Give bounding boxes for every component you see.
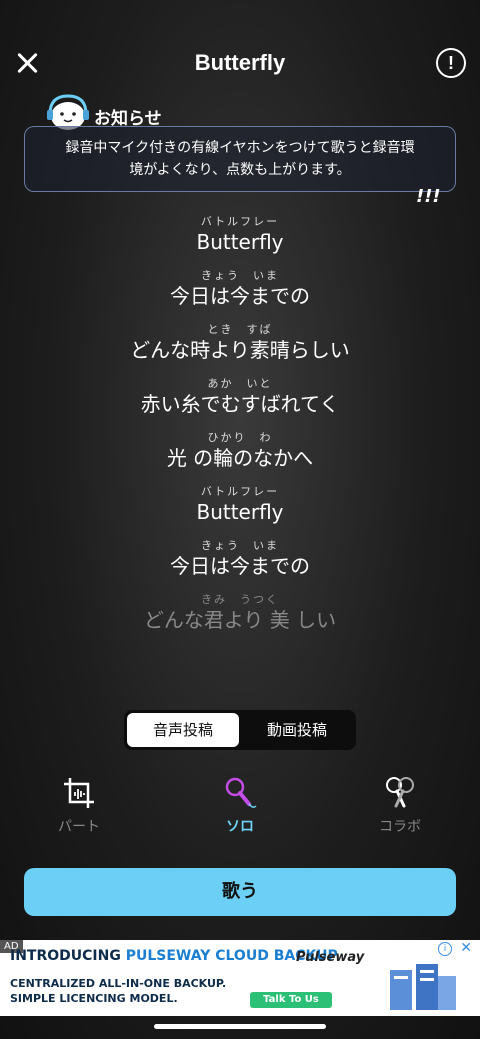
ad-brand-logo: Pulseway	[296, 950, 365, 965]
lyric-text: どんな君より 美 しい	[143, 608, 337, 632]
lyric-line: とき すば どんな時より素晴らしい	[0, 322, 480, 376]
collab-mode-label: コラボ	[379, 819, 421, 835]
ad-cta-button[interactable]: Talk To Us	[250, 992, 332, 1008]
lyric-text: Butterfly	[196, 230, 284, 254]
lyric-line-upcoming: きみ うつく どんな君より 美 しい	[0, 592, 480, 646]
ad-info-icon[interactable]: i	[438, 942, 452, 956]
notice-exclaim: !!!	[416, 186, 441, 207]
duet-microphones-icon	[386, 777, 414, 808]
mode-selector: パート ソロ コラボ	[0, 776, 480, 846]
lyric-text: どんな時より素晴らしい	[130, 338, 350, 362]
video-post-tab[interactable]: 動画投稿	[241, 713, 353, 747]
lyric-text: Butterfly	[196, 500, 284, 524]
solo-mode-button[interactable]: ソロ	[195, 776, 285, 836]
audio-post-tab[interactable]: 音声投稿	[127, 713, 239, 747]
lyric-ruby: きょう いま	[201, 269, 279, 282]
lyric-ruby: あか いと	[207, 377, 273, 390]
lyric-ruby: とき すば	[207, 323, 273, 336]
crop-part-icon	[64, 778, 94, 808]
lyric-ruby: バトルフレー	[200, 215, 280, 228]
lyric-ruby: ひかり わ	[207, 431, 273, 444]
lyric-line: バトルフレー Butterfly	[0, 214, 480, 268]
lyric-text: 赤い糸でむすばれてく	[140, 392, 340, 416]
notice-banner: 録音中マイク付きの有線イヤホンをつけて歌うと録音環 境がよくなり、点数も上がりま…	[24, 126, 456, 192]
lyric-line: きょう いま 今日は今までの	[0, 538, 480, 592]
part-mode-label: パート	[58, 819, 100, 835]
lyric-ruby: バトルフレー	[200, 485, 280, 498]
song-title: Butterfly	[194, 50, 286, 75]
ad-banner[interactable]: AD INTRODUCING PULSEWAY CLOUD BACKUP Pul…	[0, 940, 480, 1016]
info-icon[interactable]: !	[436, 48, 466, 78]
ad-body-line1: CENTRALIZED ALL-IN-ONE BACKUP.	[10, 977, 227, 990]
ad-headline: INTRODUCING PULSEWAY CLOUD BACKUP	[10, 948, 338, 964]
post-type-toggle: 音声投稿 動画投稿	[124, 710, 356, 750]
lyric-ruby: きみ うつく	[201, 593, 279, 606]
lyric-ruby: きょう いま	[201, 539, 279, 552]
lyric-line: バトルフレー Butterfly	[0, 484, 480, 538]
home-indicator[interactable]	[154, 1024, 326, 1029]
part-mode-button[interactable]: パート	[34, 776, 124, 836]
lyric-line: あか いと 赤い糸でむすばれてく	[0, 376, 480, 430]
sing-button[interactable]: 歌う	[24, 868, 456, 916]
lyric-text: 今日は今までの	[170, 284, 310, 308]
ad-close-icon[interactable]: ✕	[460, 940, 472, 956]
lyric-text: 光 の輪のなかへ	[166, 446, 314, 470]
top-bar: Butterfly !	[0, 40, 480, 90]
ad-body-line2: SIMPLE LICENCING MODEL.	[10, 992, 178, 1005]
notice-message-line2: 境がよくなり、点数も上がります。	[129, 162, 351, 178]
ad-headline-prefix: INTRODUCING	[10, 948, 121, 964]
microphone-icon	[225, 777, 257, 808]
solo-mode-label: ソロ	[226, 819, 254, 835]
lyric-line: きょう いま 今日は今までの	[0, 268, 480, 322]
collab-mode-button[interactable]: コラボ	[355, 776, 445, 836]
lyrics-panel: バトルフレー Butterfly きょう いま 今日は今までの とき すば どん…	[0, 214, 480, 646]
lyric-line: ひかり わ 光 の輪のなかへ	[0, 430, 480, 484]
lyric-text: 今日は今までの	[170, 554, 310, 578]
server-illustration-icon	[390, 964, 456, 1010]
ad-body: CENTRALIZED ALL-IN-ONE BACKUP. SIMPLE LI…	[10, 976, 226, 1006]
notice-message-line1: 録音中マイク付きの有線イヤホンをつけて歌うと録音環	[65, 140, 415, 156]
